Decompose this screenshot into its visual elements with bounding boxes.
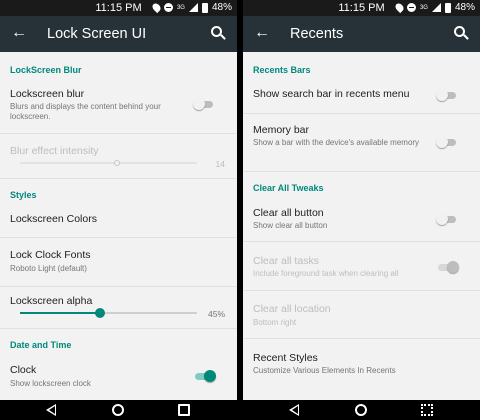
pref-summary: Customize Various Elements In Recents — [253, 366, 396, 375]
pref-title: Lock Clock Fonts — [10, 249, 91, 261]
lockscreen-blur-switch[interactable] — [193, 98, 215, 110]
nav-recents-icon[interactable] — [421, 404, 433, 416]
nav-back-icon[interactable] — [289, 404, 299, 416]
lock-screen-ui-screen: 11:15 PM 3G 48% ← Lock Screen UI LockScr… — [0, 0, 237, 420]
pref-title: Lockscreen blur — [10, 88, 85, 100]
battery-level: 48% — [211, 2, 232, 13]
pref-title: Recent Styles — [253, 352, 318, 364]
page-title: Lock Screen UI — [47, 26, 147, 42]
pref-title: Lockscreen Colors — [10, 213, 97, 225]
pref-summary: Blurs and displays the content behind yo… — [10, 102, 161, 121]
section-header-styles: Styles — [10, 190, 37, 200]
back-arrow-icon[interactable]: ← — [254, 24, 270, 42]
pref-summary: Bottom right — [253, 318, 297, 327]
signal-icon — [431, 3, 441, 12]
nav-home-icon[interactable] — [112, 404, 124, 416]
location-icon — [393, 1, 406, 14]
recents-screen: 11:15 PM 3G 48% ← Recents Recents Bars S… — [243, 0, 480, 420]
divider — [0, 133, 237, 134]
battery-icon — [201, 2, 208, 13]
toolbar: ← Recents — [243, 16, 480, 52]
signal-icon — [188, 3, 198, 12]
nav-bar — [0, 400, 237, 420]
dnd-icon — [163, 3, 173, 12]
nav-home-icon[interactable] — [355, 404, 367, 416]
pref-summary: Show clear all button — [253, 221, 328, 230]
location-icon — [150, 1, 163, 14]
back-arrow-icon[interactable]: ← — [11, 24, 27, 42]
search-icon[interactable] — [211, 26, 227, 42]
dnd-icon — [406, 3, 416, 12]
pref-title: Clear all tasks — [253, 255, 319, 267]
pref-title: Memory bar — [253, 124, 310, 136]
network-type: 3G — [419, 4, 428, 11]
search-icon[interactable] — [454, 26, 470, 42]
divider — [243, 338, 480, 339]
blur-intensity-slider — [20, 158, 197, 168]
clear-all-tasks-switch — [436, 261, 459, 273]
pref-summary: Roboto Light (default) — [10, 264, 87, 273]
pref-summary: Show a bar with the device's available m… — [253, 138, 420, 147]
pref-title: Clear all button — [253, 207, 324, 219]
pref-title: Clock — [10, 364, 37, 376]
network-type: 3G — [176, 4, 185, 11]
slider-value: 45% — [207, 309, 225, 319]
pref-title: Lockscreen alpha — [10, 295, 93, 307]
divider — [0, 178, 237, 179]
pref-title: Clear all location — [253, 303, 331, 315]
divider — [243, 113, 480, 114]
section-header-recents-bars: Recents Bars — [253, 65, 311, 75]
toolbar: ← Lock Screen UI — [0, 16, 237, 52]
divider — [243, 290, 480, 291]
divider — [243, 241, 480, 242]
battery-level: 48% — [454, 2, 475, 13]
search-bar-switch[interactable] — [436, 89, 458, 101]
divider — [243, 171, 480, 172]
battery-icon — [444, 2, 451, 13]
section-header-date-time: Date and Time — [10, 340, 72, 350]
settings-list: Recents Bars Show search bar in recents … — [243, 52, 480, 400]
nav-back-icon[interactable] — [46, 404, 56, 416]
nav-bar — [243, 400, 480, 420]
divider — [0, 286, 237, 287]
pref-title: Blur effect intensity — [10, 145, 99, 157]
memory-bar-switch[interactable] — [436, 136, 458, 148]
pref-title: Show search bar in recents menu — [253, 88, 410, 100]
clock-switch[interactable] — [193, 370, 216, 382]
page-title: Recents — [290, 26, 344, 42]
section-header-clear-all-tweaks: Clear All Tweaks — [253, 183, 324, 193]
lockscreen-alpha-slider[interactable] — [20, 308, 197, 318]
settings-list: LockScreen Blur Lockscreen blur Blurs an… — [0, 52, 237, 400]
divider — [0, 237, 237, 238]
pref-summary: Show lockscreen clock — [10, 379, 91, 388]
status-bar: 11:15 PM 3G 48% — [0, 0, 237, 16]
status-bar: 11:15 PM 3G 48% — [243, 0, 480, 16]
section-header-lockscreen-blur: LockScreen Blur — [10, 65, 82, 75]
divider — [0, 328, 237, 329]
slider-value: 14 — [215, 159, 225, 169]
pref-summary: Include foreground task when clearing al… — [253, 269, 399, 278]
clear-all-button-switch[interactable] — [436, 213, 458, 225]
nav-recents-icon[interactable] — [178, 404, 190, 416]
